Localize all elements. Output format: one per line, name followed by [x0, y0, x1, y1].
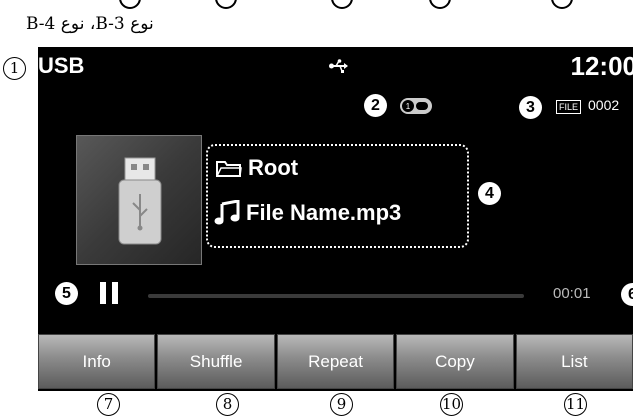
album-art [76, 135, 202, 265]
folder-name: Root [248, 155, 299, 180]
elapsed-time: 00:01 [553, 285, 591, 302]
copy-button[interactable]: Copy [396, 334, 514, 389]
cropped-callout-marker [331, 0, 353, 9]
folder-row: Root [216, 155, 298, 181]
soft-key-row: Info Shuffle Repeat Copy List [38, 334, 633, 389]
callout-6: 6 [621, 283, 633, 306]
callout-2: 2 [364, 94, 387, 117]
file-count: 0002 [588, 97, 620, 113]
source-label: USB [38, 53, 85, 78]
status-bar: USB 12:00 [38, 47, 633, 89]
usb-icon [329, 59, 348, 73]
callout-10: 10 [440, 393, 463, 416]
callout-3: 3 [519, 96, 542, 119]
cropped-callout-marker [119, 0, 141, 9]
callout-11: 11 [564, 393, 587, 416]
repeat-button[interactable]: Repeat [276, 334, 395, 389]
callout-5: 5 [55, 282, 78, 305]
callout-7: 7 [97, 393, 120, 416]
cropped-callout-marker [551, 0, 573, 9]
file-badge: FILE [556, 100, 582, 114]
callout-1: 1 [3, 57, 26, 80]
pause-icon[interactable] [100, 282, 120, 304]
callout-9: 9 [330, 393, 353, 416]
usb-mode-screen: USB 12:00 2 1 3 FILE 0002 Root File Name… [38, 47, 633, 391]
info-button[interactable]: Info [38, 334, 156, 389]
file-name: File Name.mp3 [246, 200, 402, 225]
cropped-callout-marker [215, 0, 237, 9]
callout-4: 4 [478, 182, 501, 205]
usb-drive-icon [118, 157, 162, 245]
shuffle-button[interactable]: Shuffle [157, 334, 275, 389]
callout-8: 8 [216, 393, 239, 416]
clock: 12:00 [570, 51, 633, 81]
music-note-icon [214, 200, 240, 225]
progress-bar[interactable] [148, 294, 524, 298]
figure-caption: نوع B-3، نوع B-4 [26, 14, 154, 34]
file-row: File Name.mp3 [214, 200, 401, 226]
disc-indicator-icon: 1 [400, 98, 432, 114]
svg-text:1: 1 [406, 102, 411, 111]
cropped-callout-marker [429, 0, 451, 9]
list-button[interactable]: List [515, 334, 633, 389]
folder-icon [216, 161, 242, 177]
